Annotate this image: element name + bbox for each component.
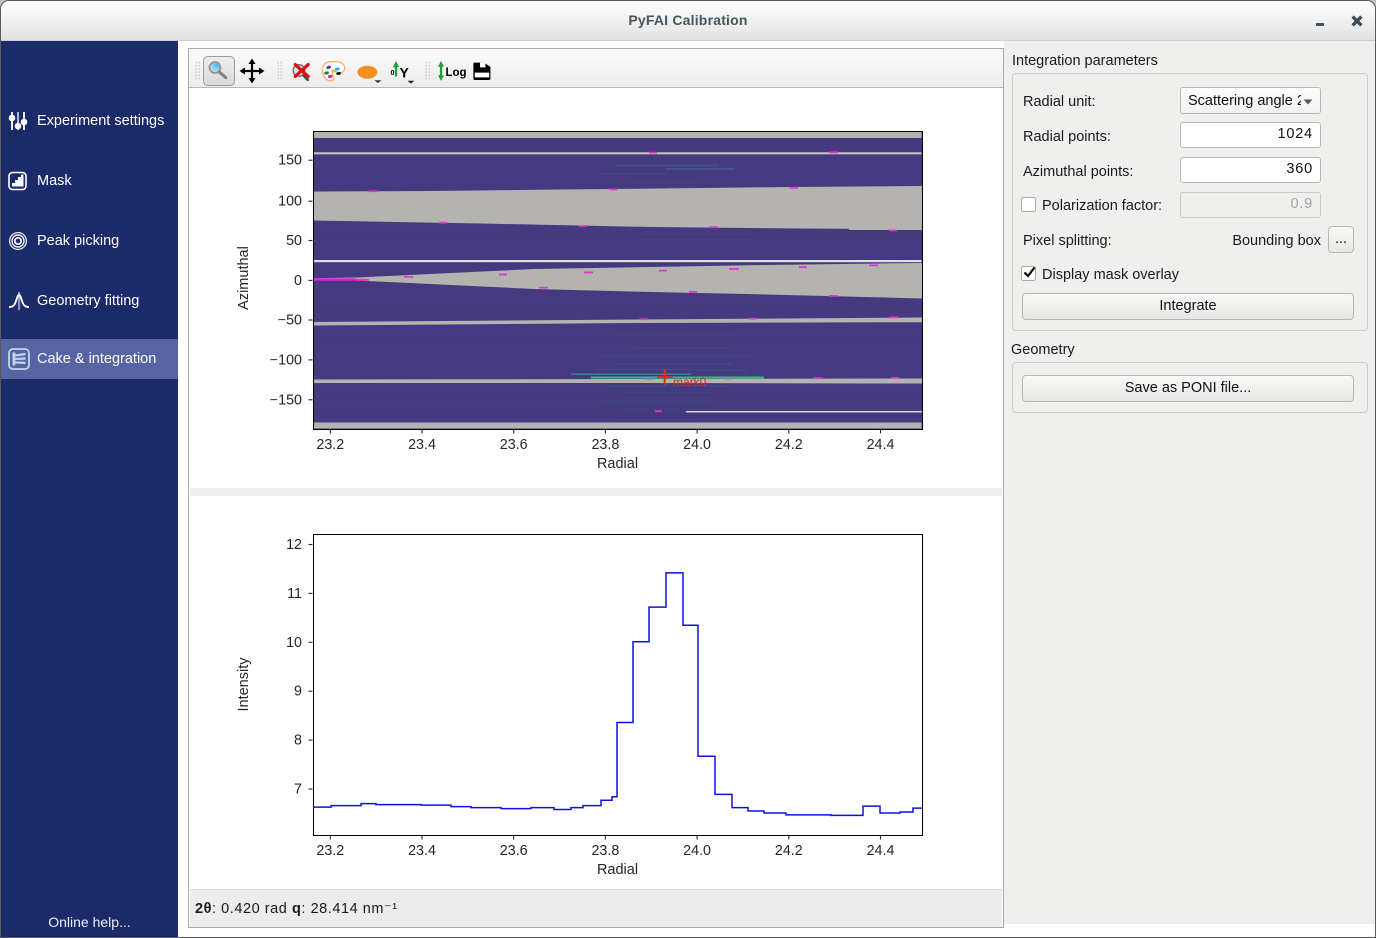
svg-text:Y: Y (400, 65, 410, 81)
svg-text:0: 0 (294, 273, 302, 289)
svg-text:9: 9 (294, 684, 302, 700)
svg-text:mark0: mark0 (673, 375, 707, 389)
svg-text:24.0: 24.0 (683, 437, 711, 453)
svg-text:24.2: 24.2 (775, 437, 803, 453)
svg-text:24.0: 24.0 (683, 843, 711, 859)
svg-text:150: 150 (278, 153, 302, 169)
svg-text:Radial: Radial (597, 862, 638, 878)
svg-text:7: 7 (294, 782, 302, 798)
svg-text:Azimuthal: Azimuthal (236, 246, 252, 310)
svg-text:23.2: 23.2 (316, 843, 344, 859)
svg-text:23.8: 23.8 (591, 437, 619, 453)
svg-text:23.2: 23.2 (316, 437, 344, 453)
svg-text:0: 0 (391, 70, 395, 77)
svg-text:12: 12 (286, 537, 302, 553)
svg-text:23.4: 23.4 (408, 843, 436, 859)
svg-text:23.6: 23.6 (500, 843, 528, 859)
svg-text:−50: −50 (278, 313, 302, 329)
svg-text:−150: −150 (270, 392, 302, 408)
svg-text:50: 50 (286, 233, 302, 249)
svg-text:Intensity: Intensity (236, 657, 252, 712)
svg-text:23.8: 23.8 (591, 843, 619, 859)
svg-text:Log: Log (446, 67, 467, 79)
svg-text:11: 11 (287, 586, 302, 602)
svg-text:24.2: 24.2 (775, 843, 803, 859)
svg-text:−100: −100 (270, 352, 302, 368)
svg-text:100: 100 (278, 194, 302, 210)
svg-text:23.6: 23.6 (500, 437, 528, 453)
svg-text:24.4: 24.4 (867, 437, 895, 453)
svg-text:10: 10 (286, 635, 302, 651)
svg-text:Radial: Radial (597, 456, 638, 472)
svg-text:23.4: 23.4 (408, 437, 436, 453)
svg-text:24.4: 24.4 (867, 843, 895, 859)
svg-text:8: 8 (294, 733, 302, 749)
